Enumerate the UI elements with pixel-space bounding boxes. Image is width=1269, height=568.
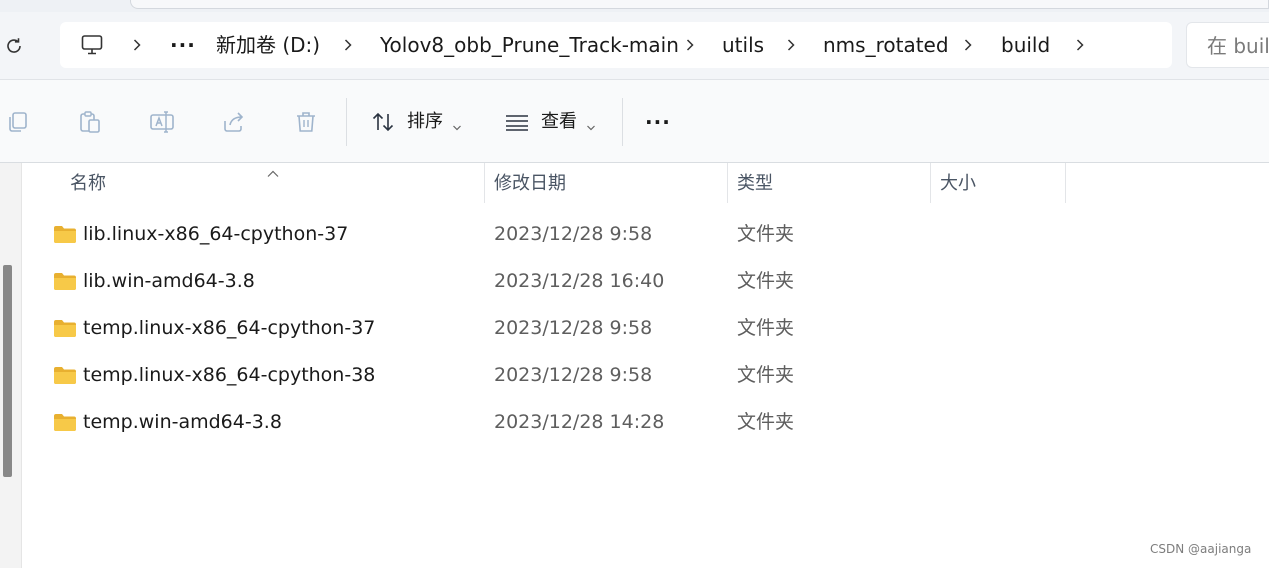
folder-icon (53, 413, 77, 432)
refresh-icon[interactable] (2, 34, 26, 58)
file-date: 2023/12/28 14:28 (494, 411, 665, 433)
chevron-right-icon[interactable] (129, 37, 145, 53)
sort-icon[interactable] (369, 108, 397, 136)
this-pc-icon[interactable] (80, 33, 104, 57)
list-item[interactable]: temp.linux-x86_64-cpython-38 2023/12/28 … (40, 353, 1070, 397)
chevron-right-icon[interactable] (960, 37, 976, 53)
column-separator[interactable] (484, 163, 485, 203)
command-bar: 排序 查看 ··· (0, 80, 1269, 162)
file-name[interactable]: temp.win-amd64-3.8 (83, 400, 282, 444)
address-row: ··· 新加卷 (D:) Yolov8_obb_Prune_Track-main… (0, 12, 1269, 80)
file-date: 2023/12/28 16:40 (494, 270, 665, 292)
tab-strip (0, 0, 1269, 12)
toolbar-separator (622, 98, 623, 146)
file-name[interactable]: temp.linux-x86_64-cpython-38 (83, 353, 375, 397)
chevron-right-icon[interactable] (682, 37, 698, 53)
file-name[interactable]: lib.win-amd64-3.8 (83, 259, 255, 303)
chevron-down-icon[interactable] (586, 117, 596, 131)
sort-ascending-icon (266, 164, 280, 177)
column-header-type[interactable]: 类型 (737, 163, 773, 205)
file-type: 文件夹 (737, 364, 795, 386)
file-date: 2023/12/28 9:58 (494, 364, 653, 386)
file-type: 文件夹 (737, 411, 795, 433)
view-button[interactable]: 查看 (541, 108, 577, 136)
list-item[interactable]: temp.linux-x86_64-cpython-37 2023/12/28 … (40, 306, 1070, 350)
list-item[interactable]: lib.linux-x86_64-cpython-37 2023/12/28 9… (40, 212, 1070, 256)
column-separator[interactable] (930, 163, 931, 203)
file-name[interactable]: lib.linux-x86_64-cpython-37 (83, 212, 348, 256)
file-date: 2023/12/28 9:58 (494, 317, 653, 339)
toolbar-separator (346, 98, 347, 146)
file-type: 文件夹 (737, 223, 795, 245)
more-options-button[interactable]: ··· (645, 108, 671, 136)
breadcrumb-build[interactable]: build (1001, 22, 1050, 68)
copy-icon[interactable] (4, 108, 32, 136)
scrollbar-thumb[interactable] (3, 265, 12, 477)
file-date: 2023/12/28 9:58 (494, 223, 653, 245)
watermark: CSDN @aajianga (1150, 542, 1252, 556)
chevron-right-icon[interactable] (340, 37, 356, 53)
folder-icon (53, 272, 77, 291)
column-header-date[interactable]: 修改日期 (494, 163, 566, 205)
breadcrumb-nms-rotated[interactable]: nms_rotated (823, 22, 949, 68)
breadcrumb-utils[interactable]: utils (722, 22, 764, 68)
file-type: 文件夹 (737, 317, 795, 339)
delete-icon[interactable] (292, 108, 320, 136)
breadcrumb-drive[interactable]: 新加卷 (D:) (216, 22, 320, 68)
folder-icon (53, 225, 77, 244)
folder-icon (53, 319, 77, 338)
search-placeholder: 在 buil (1207, 34, 1269, 58)
folder-icon (53, 366, 77, 385)
chevron-right-icon[interactable] (1072, 37, 1088, 53)
view-icon[interactable] (503, 108, 531, 136)
chevron-down-icon[interactable] (452, 117, 462, 131)
share-icon[interactable] (220, 108, 248, 136)
navigation-pane-edge (0, 163, 22, 568)
file-type: 文件夹 (737, 270, 795, 292)
active-tab-edge[interactable] (130, 0, 1269, 9)
column-header-name[interactable]: 名称 (70, 163, 106, 205)
column-separator[interactable] (1065, 163, 1066, 203)
address-bar[interactable]: ··· 新加卷 (D:) Yolov8_obb_Prune_Track-main… (60, 22, 1172, 68)
rename-icon[interactable] (148, 108, 176, 136)
sort-button[interactable]: 排序 (407, 108, 443, 136)
paste-icon[interactable] (76, 108, 104, 136)
divider (0, 162, 1269, 163)
search-input[interactable]: 在 buil (1186, 22, 1269, 68)
file-explorer-window: ··· 新加卷 (D:) Yolov8_obb_Prune_Track-main… (0, 0, 1269, 568)
list-item[interactable]: temp.win-amd64-3.8 2023/12/28 14:28 文件夹 (40, 400, 1070, 444)
breadcrumb-overflow[interactable]: ··· (170, 22, 196, 68)
chevron-right-icon[interactable] (783, 37, 799, 53)
column-header-size[interactable]: 大小 (940, 163, 976, 205)
column-separator[interactable] (727, 163, 728, 203)
breadcrumb-project[interactable]: Yolov8_obb_Prune_Track-main (380, 22, 679, 68)
file-name[interactable]: temp.linux-x86_64-cpython-37 (83, 306, 375, 350)
list-item[interactable]: lib.win-amd64-3.8 2023/12/28 16:40 文件夹 (40, 259, 1070, 303)
